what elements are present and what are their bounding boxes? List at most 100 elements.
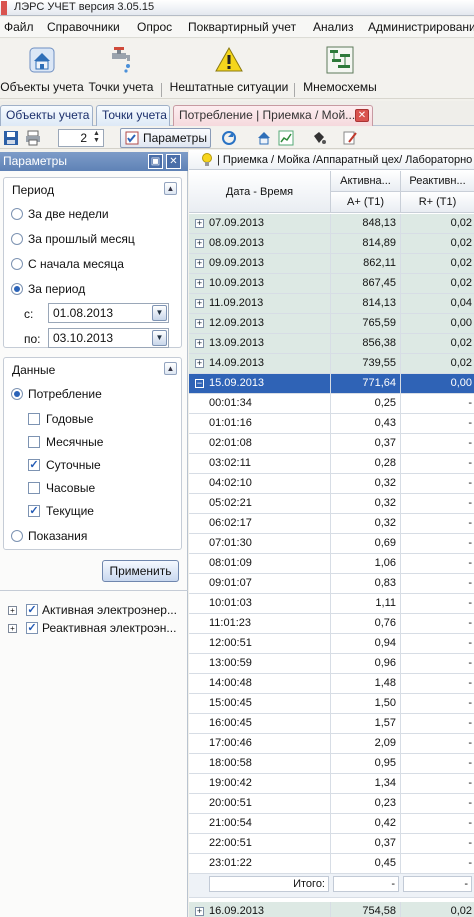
hour-row[interactable]: 15:00:45 1,50 - bbox=[189, 694, 474, 714]
tab-points[interactable]: Точки учета bbox=[96, 105, 170, 126]
cell-active: 0,94 bbox=[331, 634, 401, 654]
hour-row[interactable]: 17:00:46 2,09 - bbox=[189, 734, 474, 754]
column-header-reactive[interactable]: Реактивн... bbox=[401, 171, 474, 192]
menu-apartment-metering[interactable]: Поквартирный учет bbox=[188, 20, 296, 34]
hour-row[interactable]: 14:00:48 1,48 - bbox=[189, 674, 474, 694]
collapse-icon[interactable]: ▲ bbox=[164, 362, 177, 375]
day-row[interactable]: +11.09.2013 814,13 0,04 bbox=[189, 294, 474, 314]
day-row[interactable]: +09.09.2013 862,11 0,02 bbox=[189, 254, 474, 274]
radio-custom-period[interactable] bbox=[11, 283, 23, 295]
close-icon[interactable]: ✕ bbox=[355, 109, 369, 122]
parameters-button[interactable]: Параметры bbox=[120, 128, 211, 148]
edit-icon[interactable] bbox=[342, 130, 358, 146]
hour-row[interactable]: 16:00:45 1,57 - bbox=[189, 714, 474, 734]
refresh-icon[interactable] bbox=[221, 130, 237, 146]
mnemo-button[interactable]: Мнемосхемы bbox=[298, 43, 382, 97]
hour-row[interactable]: 23:01:22 0,45 - bbox=[189, 854, 474, 874]
from-label: с: bbox=[24, 307, 34, 321]
checkbox-daily[interactable]: ✓ bbox=[28, 459, 40, 471]
hour-row[interactable]: 12:00:51 0,94 - bbox=[189, 634, 474, 654]
radio-consumption[interactable] bbox=[11, 388, 23, 400]
window-title: ЛЭРС УЧЕТ версия 3.05.15 bbox=[14, 1, 155, 13]
day-row[interactable]: +10.09.2013 867,45 0,02 bbox=[189, 274, 474, 294]
menu-directories[interactable]: Справочники bbox=[47, 20, 120, 34]
home-object-icon[interactable] bbox=[256, 130, 272, 146]
menu-administration[interactable]: Администрирование bbox=[368, 20, 474, 34]
cell-active: 0,45 bbox=[331, 854, 401, 874]
hour-row[interactable]: 07:01:30 0,69 - bbox=[189, 534, 474, 554]
hour-row[interactable]: 09:01:07 0,83 - bbox=[189, 574, 474, 594]
emergency-button[interactable]: Нештатные ситуации bbox=[167, 43, 291, 97]
checkbox-hourly[interactable] bbox=[28, 482, 40, 494]
cell-date: 14.09.2013 bbox=[189, 354, 331, 374]
checkbox-monthly[interactable] bbox=[28, 436, 40, 448]
cell-date: 11.09.2013 bbox=[189, 294, 331, 314]
hour-row[interactable]: 21:00:54 0,42 - bbox=[189, 814, 474, 834]
points-button[interactable]: Точки учета bbox=[84, 43, 158, 97]
apply-button[interactable]: Применить bbox=[102, 560, 179, 582]
day-row[interactable]: +14.09.2013 739,55 0,02 bbox=[189, 354, 474, 374]
total-reactive: - bbox=[403, 876, 472, 892]
tab-consumption[interactable]: Потребление | Приемка / Мой... ✕ bbox=[173, 105, 373, 126]
hour-row[interactable]: 08:01:09 1,06 - bbox=[189, 554, 474, 574]
fill-bucket-icon[interactable] bbox=[311, 130, 327, 146]
day-row[interactable]: +12.09.2013 765,59 0,00 bbox=[189, 314, 474, 334]
radio-month-start[interactable] bbox=[11, 258, 23, 270]
date-from-input[interactable]: 01.08.2013 ▼ bbox=[48, 303, 169, 323]
expand-icon[interactable]: + bbox=[8, 606, 17, 615]
column-subheader-active[interactable]: A+ (T1) bbox=[331, 192, 401, 213]
day-row[interactable]: +07.09.2013 848,13 0,02 bbox=[189, 214, 474, 234]
hour-row[interactable]: 22:00:51 0,37 - bbox=[189, 834, 474, 854]
date-to-input[interactable]: 03.10.2013 ▼ bbox=[48, 328, 169, 348]
date-to-value: 03.10.2013 bbox=[53, 331, 114, 345]
menu-file[interactable]: Файл bbox=[4, 20, 34, 34]
checkbox-current[interactable]: ✓ bbox=[28, 505, 40, 517]
chevron-down-icon[interactable]: ▼ bbox=[152, 330, 167, 346]
print-icon[interactable] bbox=[25, 130, 41, 146]
hour-row[interactable]: 04:02:10 0,32 - bbox=[189, 474, 474, 494]
day-row[interactable]: +13.09.2013 856,38 0,02 bbox=[189, 334, 474, 354]
cell-active: 2,09 bbox=[331, 734, 401, 754]
hour-row[interactable]: 19:00:42 1,34 - bbox=[189, 774, 474, 794]
radio-readings[interactable] bbox=[11, 530, 23, 542]
pin-icon[interactable]: ▣ bbox=[148, 154, 163, 169]
close-icon[interactable]: ✕ bbox=[166, 154, 181, 169]
expand-icon[interactable]: + bbox=[8, 624, 17, 633]
day-row[interactable]: +16.09.2013 754,58 0,02 bbox=[189, 902, 474, 917]
hour-row[interactable]: 11:01:23 0,76 - bbox=[189, 614, 474, 634]
save-icon[interactable] bbox=[3, 130, 19, 146]
radio-month-start-label: С начала месяца bbox=[28, 257, 124, 271]
chevron-down-icon[interactable]: ▼ bbox=[152, 305, 167, 321]
hour-row[interactable]: 18:00:58 0,95 - bbox=[189, 754, 474, 774]
hour-row[interactable]: 05:02:21 0,32 - bbox=[189, 494, 474, 514]
radio-two-weeks[interactable] bbox=[11, 208, 23, 220]
hour-row[interactable]: 10:01:03 1,11 - bbox=[189, 594, 474, 614]
hour-row[interactable]: 13:00:59 0,96 - bbox=[189, 654, 474, 674]
menu-analysis[interactable]: Анализ bbox=[313, 20, 354, 34]
cell-time: 04:02:10 bbox=[189, 474, 331, 494]
cell-active: 0,37 bbox=[331, 434, 401, 454]
hour-row[interactable]: 01:01:16 0,43 - bbox=[189, 414, 474, 434]
page-spinner[interactable]: ▲ ▼ bbox=[91, 130, 102, 144]
column-subheader-reactive[interactable]: R+ (T1) bbox=[401, 192, 474, 213]
radio-last-month[interactable] bbox=[11, 233, 23, 245]
chart-icon[interactable] bbox=[278, 130, 294, 146]
hour-row[interactable]: 02:01:08 0,37 - bbox=[189, 434, 474, 454]
tree-checkbox[interactable]: ✓ bbox=[26, 622, 38, 634]
tab-objects[interactable]: Объекты учета bbox=[0, 105, 93, 126]
column-header-active[interactable]: Активна... bbox=[331, 171, 401, 192]
selected-day-row[interactable]: −15.09.2013 771,64 0,00 bbox=[189, 374, 474, 394]
column-header-datetime[interactable]: Дата - Время bbox=[189, 171, 331, 213]
tree-checkbox[interactable]: ✓ bbox=[26, 604, 38, 616]
collapse-icon[interactable]: ▲ bbox=[164, 182, 177, 195]
hour-row[interactable]: 00:01:34 0,25 - bbox=[189, 394, 474, 414]
cell-reactive: 0,02 bbox=[450, 337, 472, 349]
mnemo-button-label: Мнемосхемы bbox=[303, 80, 377, 94]
menu-poll[interactable]: Опрос bbox=[137, 20, 172, 34]
hour-row[interactable]: 20:00:51 0,23 - bbox=[189, 794, 474, 814]
day-row[interactable]: +08.09.2013 814,89 0,02 bbox=[189, 234, 474, 254]
hour-row[interactable]: 03:02:11 0,28 - bbox=[189, 454, 474, 474]
objects-button[interactable]: Объекты учета bbox=[0, 43, 84, 97]
hour-row[interactable]: 06:02:17 0,32 - bbox=[189, 514, 474, 534]
checkbox-yearly[interactable] bbox=[28, 413, 40, 425]
